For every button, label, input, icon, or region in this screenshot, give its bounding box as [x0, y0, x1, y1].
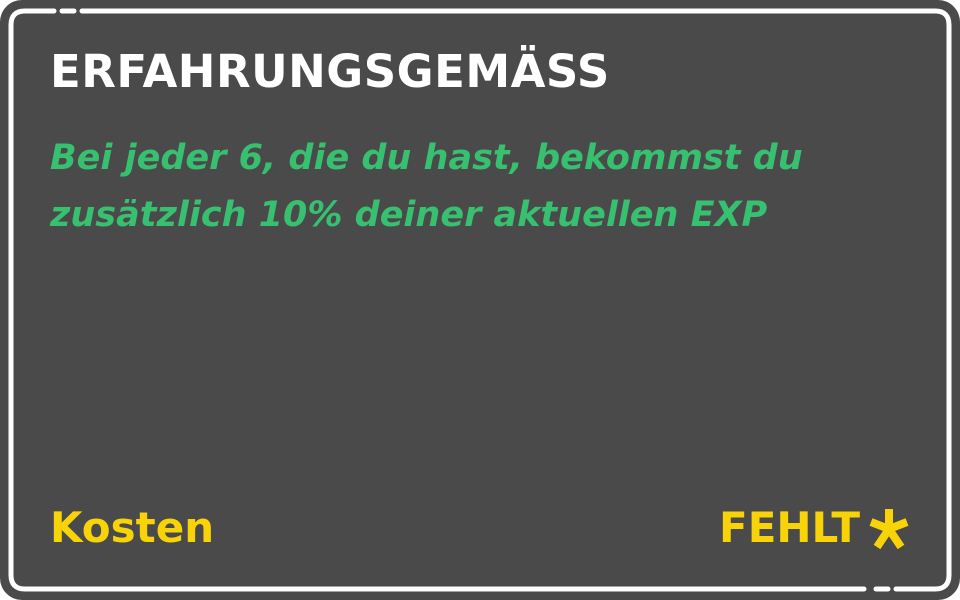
cost-status: FEHLT: [719, 503, 860, 552]
cost-label: Kosten: [50, 503, 215, 552]
cost-value: FEHLT: [719, 500, 910, 556]
upgrade-card: ERFAHRUNGSGEMÄSS Bei jeder 6, die du has…: [0, 0, 960, 600]
asterisk-icon: [869, 509, 909, 549]
card-title: ERFAHRUNGSGEMÄSS: [50, 45, 610, 98]
card-description: Bei jeder 6, die du hast, bekommst du zu…: [50, 138, 803, 235]
